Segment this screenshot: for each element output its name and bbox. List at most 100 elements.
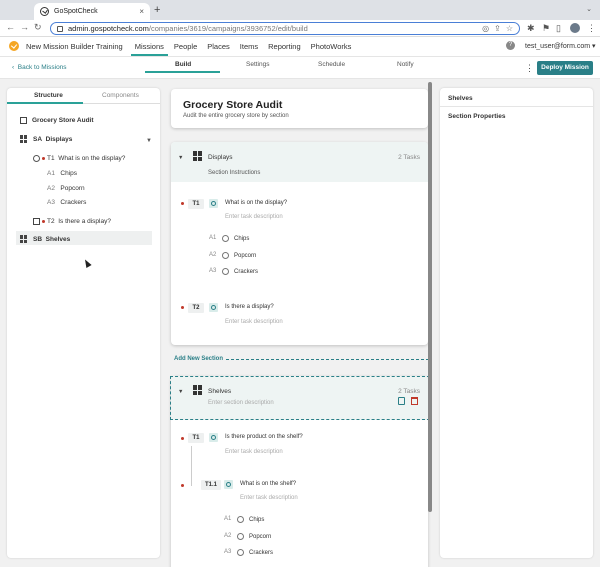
forward-arrow-icon[interactable]: →: [20, 22, 29, 32]
section-instructions[interactable]: Section Instructions: [208, 170, 260, 176]
task-tree-line: [191, 446, 192, 486]
section-task-count: 2 Tasks: [398, 154, 420, 161]
lock-icon: [57, 25, 63, 32]
extension-icon[interactable]: ⚑: [542, 23, 550, 34]
yes-no-icon: [209, 433, 218, 442]
option-code: A1: [209, 235, 217, 241]
new-tab-button[interactable]: +: [154, 4, 160, 16]
side-panel-icon[interactable]: ▯: [556, 23, 561, 34]
task-description-input[interactable]: Enter task description: [225, 319, 283, 325]
option-label[interactable]: Popcorn: [249, 534, 271, 540]
option-label[interactable]: Crackers: [249, 550, 273, 556]
menu-item-items[interactable]: Items: [240, 42, 258, 51]
menu-item-reporting[interactable]: Reporting: [268, 42, 301, 51]
tree-task-t1[interactable]: T1 What is on the display?: [33, 152, 125, 164]
collapse-caret-icon[interactable]: ▼: [146, 138, 152, 144]
tree-option-a3[interactable]: A3 Crackers: [47, 196, 86, 208]
task-label[interactable]: What is on the shelf?: [240, 481, 296, 487]
radio-icon: [237, 516, 244, 523]
task-label[interactable]: Is there product on the shelf?: [225, 434, 303, 440]
task-number: T1: [188, 433, 204, 443]
add-new-section-button[interactable]: Add New Section: [174, 356, 223, 362]
tab-schedule[interactable]: Schedule: [318, 61, 345, 68]
tree-option-a1[interactable]: A1 Chips: [47, 167, 77, 179]
required-dot-icon: [42, 156, 45, 160]
tree-mission[interactable]: Grocery Store Audit: [20, 114, 94, 126]
close-tab-icon[interactable]: ×: [139, 7, 144, 16]
mission-card-title[interactable]: Grocery Store Audit: [183, 99, 282, 111]
share-icon[interactable]: ⇪: [494, 24, 501, 33]
tree-section-shelves[interactable]: SB Shelves: [20, 233, 70, 245]
section-icon: [193, 151, 203, 161]
radio-icon: [222, 235, 229, 242]
builder-subheader: ‹ Back to Missions Build Settings Schedu…: [0, 57, 600, 79]
section-properties-heading: Section Properties: [448, 113, 506, 120]
browser-menu-icon[interactable]: ⋮: [587, 23, 596, 34]
multiple-choice-icon: [33, 154, 40, 162]
help-icon[interactable]: ?: [506, 41, 515, 50]
address-bar[interactable]: admin.gospotcheck.com/companies/3619/cam…: [50, 22, 520, 35]
gospotcheck-logo-icon[interactable]: [9, 41, 19, 51]
section-icon: [20, 135, 28, 143]
option-code: A1: [224, 516, 232, 522]
option-label[interactable]: Crackers: [234, 269, 258, 275]
tab-structure[interactable]: Structure: [34, 92, 63, 99]
tab-components[interactable]: Components: [102, 92, 139, 99]
browser-tab-bar: GoSpotCheck × + ⌄: [0, 0, 600, 20]
tab-notify[interactable]: Notify: [397, 61, 414, 68]
menu-item-places[interactable]: Places: [207, 42, 230, 51]
tab-build[interactable]: Build: [175, 61, 191, 68]
google-lens-icon[interactable]: ◎: [482, 24, 489, 33]
back-arrow-icon[interactable]: ←: [6, 22, 15, 32]
section-card-displays: ▼ Displays 2 Tasks Section Instructions …: [171, 142, 428, 345]
menu-item-missions[interactable]: Missions: [130, 42, 169, 56]
more-options-icon[interactable]: ⋮: [525, 63, 534, 74]
task-description-input[interactable]: Enter task description: [225, 449, 283, 455]
url-text: admin.gospotcheck.com/companies/3619/cam…: [68, 24, 308, 33]
menu-item-photoworks[interactable]: PhotoWorks: [311, 42, 352, 51]
section-name[interactable]: Displays: [208, 154, 233, 161]
tab-search-icon[interactable]: ⌄: [586, 5, 592, 13]
task-label[interactable]: Is there a display?: [225, 304, 274, 310]
option-label[interactable]: Popcorn: [234, 253, 256, 259]
section-header[interactable]: ▼ Displays 2 Tasks Section Instructions: [171, 142, 428, 182]
mission-card-description[interactable]: Audit the entire grocery store by sectio…: [183, 113, 289, 119]
required-dot-icon: [181, 202, 184, 205]
tab-title: GoSpotCheck: [54, 8, 98, 15]
tree-task-t2[interactable]: T2 Is there a display?: [33, 215, 111, 227]
collapse-caret-icon[interactable]: ▼: [178, 155, 183, 161]
center-scrollbar[interactable]: [428, 82, 432, 512]
back-to-missions-link[interactable]: ‹ Back to Missions: [12, 64, 67, 71]
option-label[interactable]: Chips: [234, 236, 249, 242]
properties-panel-title: Shelves: [448, 95, 473, 102]
mission-card[interactable]: Grocery Store Audit Audit the entire gro…: [171, 89, 428, 128]
selected-section-outline: [170, 376, 430, 420]
task-label[interactable]: What is on the display?: [225, 200, 287, 206]
tree-section-displays[interactable]: SA Displays: [20, 133, 72, 145]
deploy-mission-button[interactable]: Deploy Mission: [537, 61, 593, 75]
extensions-puzzle-icon[interactable]: ✱: [527, 23, 535, 34]
bookmark-star-icon[interactable]: ☆: [506, 24, 513, 33]
user-menu[interactable]: test_user@form.com ▾: [525, 42, 596, 50]
profile-avatar[interactable]: [570, 23, 580, 33]
option-code: A2: [224, 533, 232, 539]
radio-icon: [237, 549, 244, 556]
tree-option-a2[interactable]: A2 Popcorn: [47, 182, 85, 194]
tab-settings[interactable]: Settings: [246, 61, 270, 68]
required-dot-icon: [181, 306, 184, 309]
properties-panel: Shelves Section Properties: [440, 88, 593, 558]
option-label[interactable]: Chips: [249, 517, 264, 523]
radio-icon: [222, 268, 229, 275]
task-description-input[interactable]: Enter task description: [225, 214, 283, 220]
yes-no-icon: [209, 303, 218, 312]
reload-icon[interactable]: ↻: [34, 22, 42, 33]
mission-title: New Mission Builder Training: [26, 42, 123, 51]
menu-item-people[interactable]: People: [174, 42, 197, 51]
active-tab-indicator: [7, 102, 83, 104]
yes-no-icon: [33, 217, 40, 225]
browser-toolbar: ← → ↻ admin.gospotcheck.com/companies/36…: [0, 20, 600, 37]
task-description-input[interactable]: Enter task description: [240, 495, 298, 501]
required-dot-icon: [42, 219, 45, 223]
browser-tab[interactable]: GoSpotCheck ×: [34, 3, 150, 20]
option-code: A3: [224, 549, 232, 555]
